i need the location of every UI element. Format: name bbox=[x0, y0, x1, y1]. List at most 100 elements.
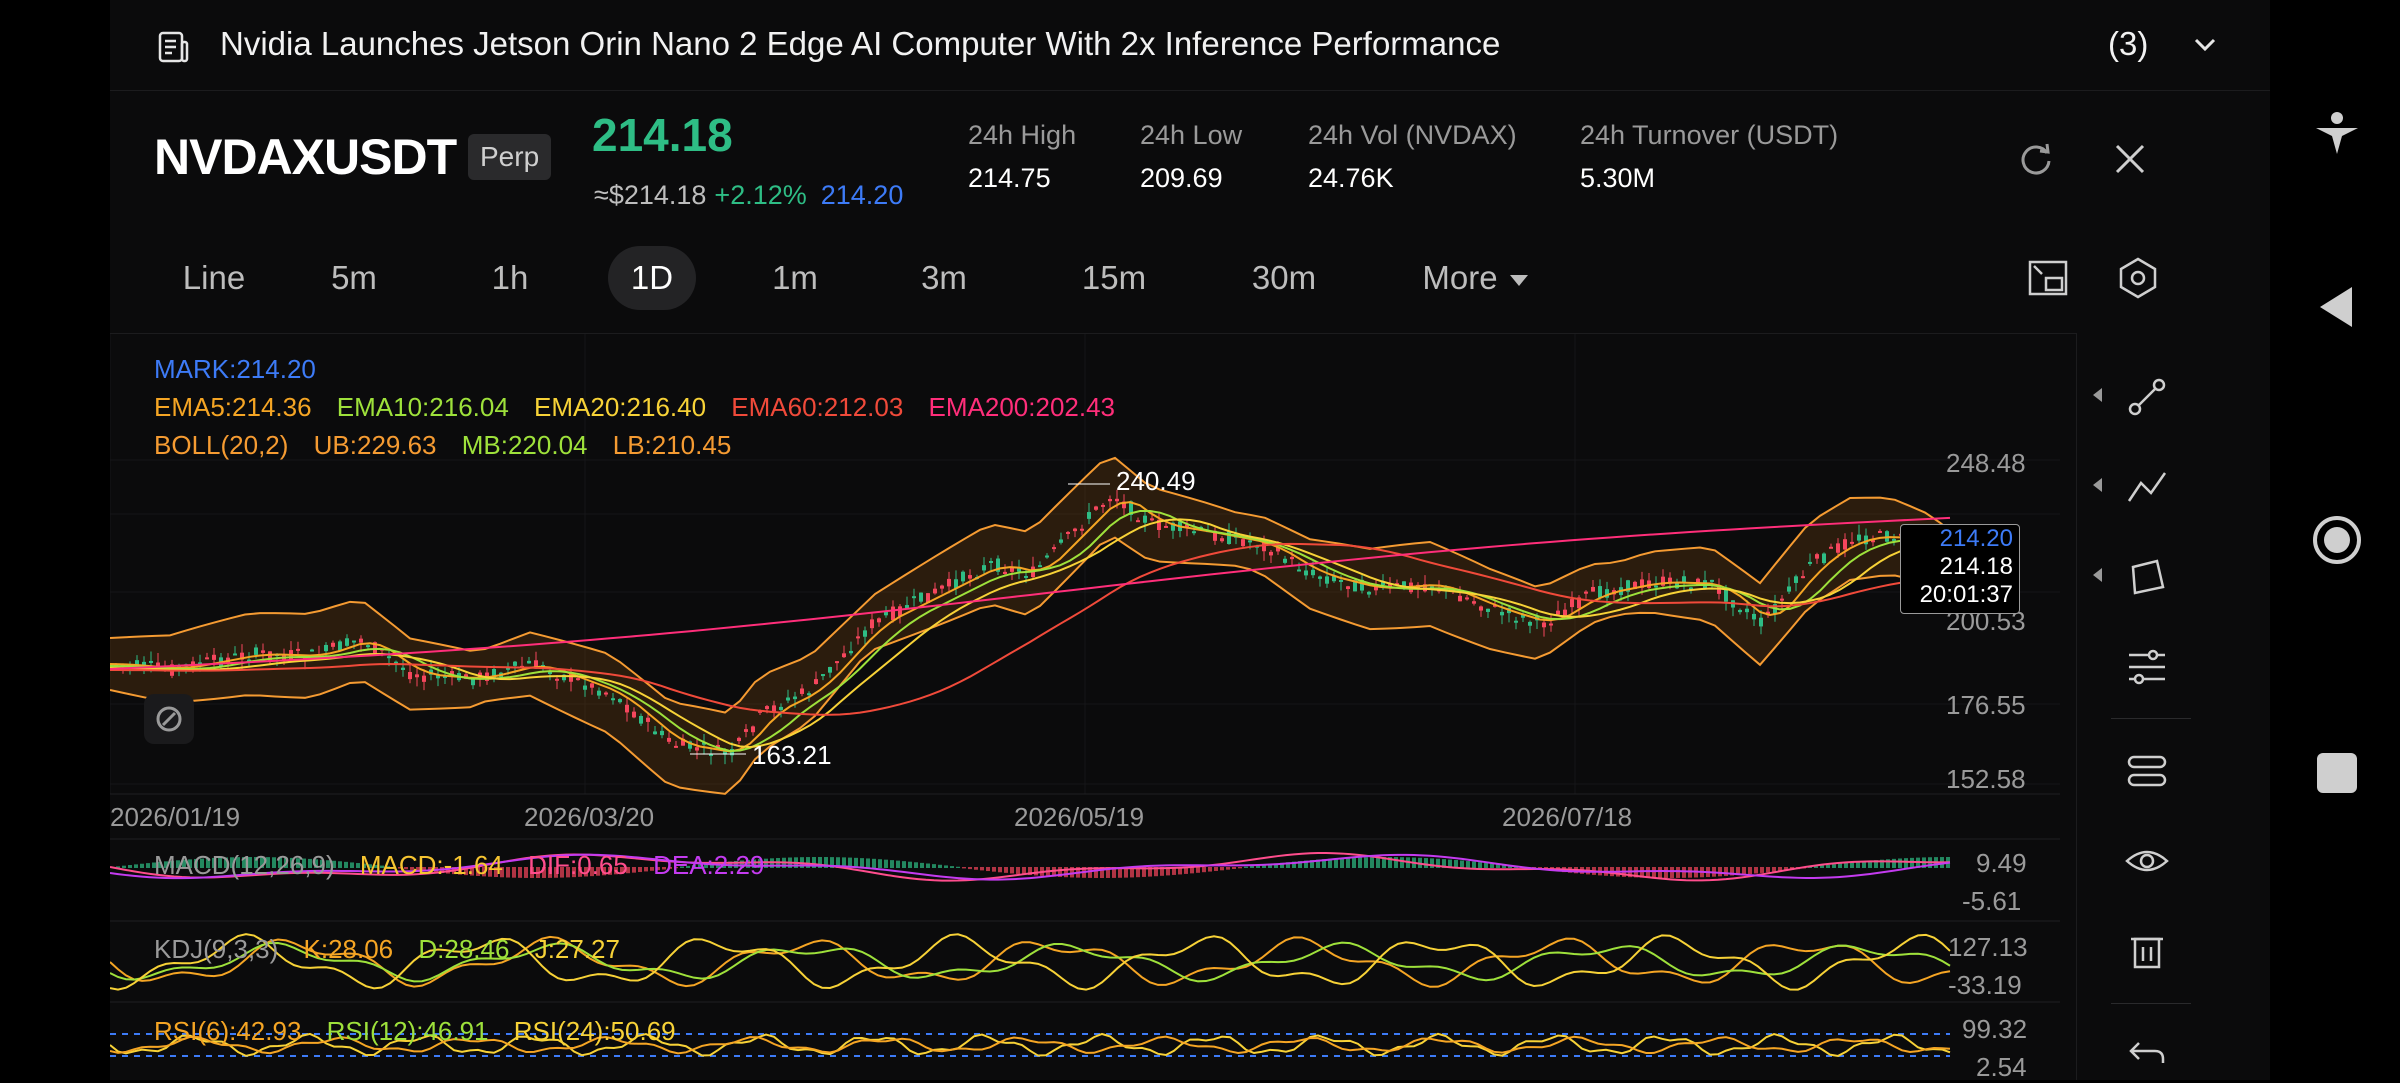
legend-boll-title: BOLL(20,2) bbox=[154, 430, 289, 460]
candle-body bbox=[989, 560, 993, 563]
candle-body bbox=[1549, 623, 1553, 626]
candle-body bbox=[1164, 525, 1168, 528]
candle-body bbox=[422, 675, 426, 682]
price-box-last: 214.18 bbox=[1939, 553, 2013, 580]
usd-approx: ≈$214.18 bbox=[594, 180, 707, 210]
chart-settings-icon[interactable] bbox=[2116, 256, 2160, 300]
last-price: 214.18 bbox=[592, 109, 733, 161]
accessibility-icon[interactable] bbox=[2312, 110, 2362, 160]
candle-body bbox=[254, 647, 258, 655]
macd-bar bbox=[1196, 867, 1200, 873]
tab-5m[interactable]: 5m bbox=[306, 246, 402, 310]
trend-tool-icon[interactable] bbox=[2123, 463, 2171, 511]
chart-area[interactable]: MARK:214.20 EMA5:214.36 EMA10:216.04 EMA… bbox=[110, 333, 2218, 1082]
chevron-down-icon[interactable] bbox=[2190, 30, 2220, 60]
stat-label-turnover: 24h Turnover (USDT) bbox=[1580, 120, 1839, 150]
home-icon[interactable] bbox=[2312, 515, 2362, 565]
candle-body bbox=[744, 729, 748, 732]
candle-body bbox=[695, 747, 699, 751]
candle-body bbox=[667, 737, 671, 742]
macd-bar bbox=[1832, 864, 1836, 868]
legend-macd-value: MACD:-1.64 bbox=[359, 850, 503, 880]
tab-1h[interactable]: 1h bbox=[466, 246, 554, 310]
candle-body bbox=[1472, 601, 1476, 604]
tab-15m[interactable]: 15m bbox=[1062, 246, 1166, 310]
eye-icon[interactable] bbox=[2123, 837, 2171, 885]
tab-1m[interactable]: 1m bbox=[752, 246, 838, 310]
timeframe-tabs: Line 5m 1h 1D 1m 3m 15m 30m More bbox=[110, 246, 2270, 314]
indicator-settings-icon[interactable] bbox=[2123, 747, 2171, 795]
candle-body bbox=[1052, 547, 1056, 550]
macd-bar bbox=[1430, 858, 1434, 868]
trash-icon[interactable] bbox=[2123, 927, 2171, 975]
news-headline[interactable]: Nvidia Launches Jetson Orin Nano 2 Edge … bbox=[220, 25, 1500, 63]
tab-3m[interactable]: 3m bbox=[900, 246, 988, 310]
more-dropdown[interactable]: More bbox=[1400, 246, 1550, 310]
macd-bar bbox=[1064, 867, 1068, 878]
candle-body bbox=[961, 571, 965, 582]
tab-line[interactable]: Line bbox=[154, 246, 274, 310]
legend-dif: DIF:0.65 bbox=[528, 850, 628, 880]
legend-ema10: EMA10:216.04 bbox=[336, 392, 509, 422]
refresh-icon[interactable] bbox=[2016, 139, 2056, 179]
high-annotation: 240.49 bbox=[1116, 466, 1196, 496]
candle-body bbox=[261, 650, 265, 653]
sliders-icon[interactable] bbox=[2123, 643, 2171, 691]
news-banner[interactable]: Nvidia Launches Jetson Orin Nano 2 Edge … bbox=[110, 0, 2270, 91]
stat-label-high: 24h High bbox=[968, 120, 1077, 150]
draw-tool-button[interactable] bbox=[144, 694, 194, 744]
close-icon[interactable] bbox=[2110, 139, 2150, 179]
legend-boll-lb: LB:210.45 bbox=[612, 430, 732, 460]
macd-bar bbox=[938, 864, 942, 868]
candle-body bbox=[1850, 541, 1854, 544]
legend-rsi12: RSI(12):46.91 bbox=[326, 1016, 489, 1046]
undo-icon[interactable] bbox=[2123, 1027, 2171, 1075]
candle-body bbox=[1710, 579, 1714, 582]
candle-body bbox=[912, 596, 916, 599]
candle-body bbox=[1682, 576, 1686, 582]
caret-down-icon bbox=[1509, 274, 1528, 286]
candle-body bbox=[1346, 586, 1350, 590]
date-tick-4: 2026/07/18 bbox=[1502, 802, 1633, 832]
macd-bar bbox=[1004, 867, 1008, 873]
macd-bar bbox=[992, 867, 996, 872]
macd-bar bbox=[122, 865, 126, 868]
price-change: +2.12% bbox=[714, 180, 807, 210]
recents-icon[interactable] bbox=[2312, 748, 2362, 798]
tab-30m[interactable]: 30m bbox=[1232, 246, 1336, 310]
macd-bar bbox=[1760, 867, 1764, 873]
candle-body bbox=[331, 642, 335, 647]
macd-bar bbox=[1658, 867, 1662, 878]
candle-body bbox=[1556, 610, 1560, 615]
candle-body bbox=[1843, 539, 1847, 550]
candle-body bbox=[513, 661, 517, 666]
candle-body bbox=[527, 660, 531, 664]
symbol-name[interactable]: NVDAXUSDT bbox=[154, 128, 457, 186]
candle-body bbox=[800, 688, 804, 694]
fullscreen-toggle-icon[interactable] bbox=[2026, 256, 2070, 300]
macd-bar bbox=[1652, 867, 1656, 878]
shape-tool-icon[interactable] bbox=[2123, 553, 2171, 601]
back-icon[interactable] bbox=[2312, 282, 2362, 332]
candle-body bbox=[1073, 528, 1077, 532]
legend-dea: DEA:2.29 bbox=[653, 850, 765, 880]
macd-bar bbox=[1772, 867, 1776, 872]
candle-body bbox=[1248, 540, 1252, 543]
price-box-countdown: 20:01:37 bbox=[1919, 581, 2013, 608]
candle-body bbox=[408, 672, 412, 680]
candle-body bbox=[1745, 608, 1749, 613]
legend-kdj: KDJ(9,3,3) K:28.06 D:28.46 J:27.27 bbox=[154, 934, 620, 965]
candle-body bbox=[751, 726, 755, 733]
legend-ema: EMA5:214.36 EMA10:216.04 EMA20:216.40 EM… bbox=[154, 392, 1115, 423]
macd-bar bbox=[1478, 862, 1482, 868]
macd-bar bbox=[902, 861, 906, 868]
line-tool-icon[interactable] bbox=[2123, 373, 2171, 421]
price-tick-1: 248.48 bbox=[1946, 448, 2026, 478]
candle-body bbox=[576, 678, 580, 681]
candle-body bbox=[1486, 608, 1490, 612]
candle-body bbox=[1829, 546, 1833, 549]
tab-1d[interactable]: 1D bbox=[608, 246, 696, 310]
legend-macd: MACD(12,26,9) MACD:-1.64 DIF:0.65 DEA:2.… bbox=[154, 850, 764, 881]
macd-bar bbox=[950, 866, 954, 868]
candle-body bbox=[1367, 591, 1371, 595]
